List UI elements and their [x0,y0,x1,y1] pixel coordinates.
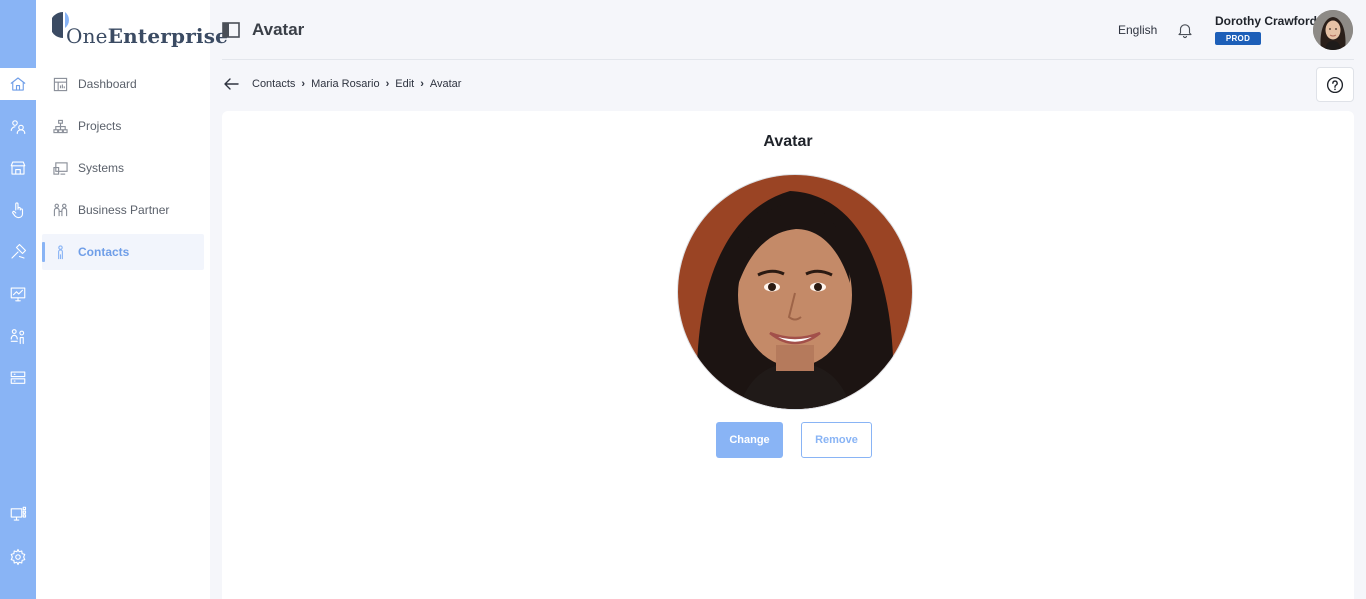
pointer-hand-icon [12,202,24,219]
sidebar-item-contacts[interactable]: Contacts [42,234,204,270]
page-title: Avatar [252,20,305,39]
user-name[interactable]: Dorothy Crawford [1215,14,1317,28]
breadcrumb-item-contact[interactable]: Maria Rosario [311,78,379,90]
header-divider [222,59,1354,60]
chevron-right-icon: › [420,78,424,90]
help-icon [1326,76,1344,93]
tools-icon [11,243,27,259]
breadcrumb-item-contacts[interactable]: Contacts [252,78,295,90]
rail-home[interactable] [0,68,36,100]
partners-icon [52,202,68,218]
rail-server[interactable] [0,362,36,394]
card-title: Avatar [763,133,813,150]
store-icon [10,161,26,175]
rail-pointer[interactable] [0,194,36,226]
language-selector[interactable]: English [1118,23,1157,37]
sidebar-item-projects[interactable]: Projects [42,108,204,144]
back-arrow-icon[interactable] [223,77,239,91]
breadcrumb: Contacts › Maria Rosario › Edit › Avatar [252,78,461,90]
breadcrumb-item-edit[interactable]: Edit [395,78,414,90]
bell-icon[interactable] [1176,21,1194,39]
icon-rail [0,0,36,599]
monitor-grid-icon [10,506,27,521]
sidebar-item-label: Projects [78,119,122,133]
logo-text: OneEnterprise [66,24,229,48]
sidebar-toggle-icon[interactable] [222,22,240,38]
rail-tools[interactable] [0,236,36,268]
sidebar-item-business-partner[interactable]: Business Partner [42,192,204,228]
rail-store[interactable] [0,152,36,184]
sidebar: OneEnterprise Dashboard Projects Systems… [36,0,228,599]
sidebar-item-label: Dashboard [78,77,137,91]
portrait-image [678,175,912,409]
dashboard-icon [52,76,68,92]
users-group-icon [10,329,25,345]
chevron-right-icon: › [301,78,306,90]
gear-icon [10,548,26,566]
systems-icon [52,160,68,176]
chevron-right-icon: › [385,78,390,90]
server-icon [10,371,26,384]
remove-avatar-button[interactable]: Remove [801,422,872,458]
rail-monitor-chart[interactable] [0,278,36,310]
sidebar-item-dashboard[interactable]: Dashboard [42,66,204,102]
sidebar-item-label: Contacts [78,245,130,259]
sidebar-item-systems[interactable]: Systems [42,150,204,186]
home-icon [10,77,26,91]
change-avatar-button[interactable]: Change [716,422,783,458]
people-icon [10,120,26,135]
user-avatar-image [1313,10,1353,50]
breadcrumb-item-current: Avatar [429,78,462,90]
help-button[interactable] [1316,67,1354,102]
avatar-card: Avatar Change Remove [222,111,1354,599]
contact-person-icon [52,244,68,260]
contact-avatar-image [677,174,913,410]
user-avatar[interactable] [1313,10,1353,50]
environment-badge: PROD [1215,32,1261,45]
sidebar-item-label: Business Partner [78,203,170,217]
sidebar-item-label: Systems [78,161,125,175]
monitor-chart-icon [10,287,26,302]
rail-people[interactable] [0,110,36,142]
rail-monitor-grid[interactable] [0,498,36,530]
rail-settings[interactable] [0,541,36,573]
rail-users[interactable] [0,320,36,352]
hierarchy-icon [52,118,68,134]
